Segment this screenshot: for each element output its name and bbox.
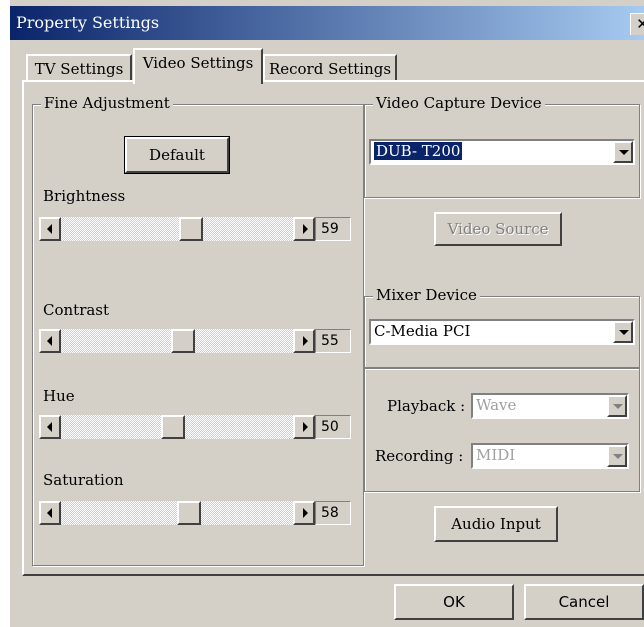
- window-title: Property Settings: [16, 13, 160, 32]
- brightness-decrease-button[interactable]: [39, 217, 61, 241]
- chevron-down-icon[interactable]: [613, 141, 633, 163]
- hue-slider[interactable]: [39, 415, 315, 439]
- hue-value: 50: [315, 415, 351, 439]
- chevron-down-icon[interactable]: [607, 445, 627, 467]
- contrast-decrease-button[interactable]: [39, 329, 61, 353]
- fine-adjustment-group: Fine Adjustment Default Brightness 59 Co…: [32, 94, 364, 566]
- hue-label: Hue: [43, 387, 75, 405]
- tab-label: Video Settings: [142, 54, 254, 72]
- contrast-increase-button[interactable]: [293, 329, 315, 353]
- hue-slider-thumb[interactable]: [161, 415, 185, 439]
- mixer-device-group: Mixer Device C-Media PCI: [364, 286, 640, 368]
- cancel-label: Cancel: [558, 593, 610, 611]
- left-arrow-icon: [47, 336, 52, 346]
- saturation-slider-thumb[interactable]: [177, 501, 201, 525]
- saturation-increase-button[interactable]: [293, 501, 315, 525]
- brightness-slider[interactable]: [39, 217, 315, 241]
- playback-select[interactable]: Wave: [471, 393, 629, 419]
- left-edge: [0, 0, 10, 627]
- audio-input-label: Audio Input: [451, 515, 541, 533]
- title-bar[interactable]: Property Settings ✕: [10, 6, 644, 40]
- ok-button[interactable]: OK: [394, 584, 514, 620]
- brightness-increase-button[interactable]: [293, 217, 315, 241]
- mixer-device-select[interactable]: C-Media PCI: [369, 319, 635, 345]
- recording-value: MIDI: [476, 446, 516, 464]
- tab-label: TV Settings: [34, 60, 124, 78]
- right-arrow-icon: [303, 508, 308, 518]
- cancel-button[interactable]: Cancel: [524, 584, 644, 620]
- video-capture-title: Video Capture Device: [373, 94, 545, 112]
- contrast-value: 55: [315, 329, 351, 353]
- playback-value: Wave: [476, 396, 517, 414]
- mixer-lines-group: Playback : Wave Recording : MIDI: [364, 368, 640, 492]
- recording-select[interactable]: MIDI: [471, 443, 629, 469]
- chevron-down-icon[interactable]: [607, 395, 627, 417]
- video-source-label: Video Source: [447, 220, 549, 238]
- saturation-slider[interactable]: [39, 501, 315, 525]
- default-button-label: Default: [149, 146, 205, 164]
- video-settings-panel: Fine Adjustment Default Brightness 59 Co…: [22, 80, 644, 576]
- contrast-slider-thumb[interactable]: [171, 329, 195, 353]
- brightness-slider-thumb[interactable]: [179, 217, 203, 241]
- video-capture-device-value: DUB- T200: [374, 142, 463, 160]
- hue-increase-button[interactable]: [293, 415, 315, 439]
- fine-adjustment-title: Fine Adjustment: [41, 94, 173, 112]
- chevron-down-icon[interactable]: [613, 321, 633, 343]
- mixer-device-title: Mixer Device: [373, 286, 480, 304]
- left-arrow-icon: [47, 508, 52, 518]
- default-button[interactable]: Default: [124, 136, 230, 174]
- tab-video-settings[interactable]: Video Settings: [133, 48, 263, 84]
- playback-label: Playback :: [387, 397, 466, 415]
- right-arrow-icon: [303, 224, 308, 234]
- contrast-label: Contrast: [43, 301, 110, 319]
- video-capture-device-select[interactable]: DUB- T200: [369, 139, 635, 165]
- recording-label: Recording :: [375, 447, 464, 465]
- close-icon[interactable]: ✕: [630, 13, 644, 35]
- contrast-slider[interactable]: [39, 329, 315, 353]
- mixer-device-value: C-Media PCI: [374, 322, 471, 340]
- audio-input-button[interactable]: Audio Input: [434, 506, 558, 542]
- tab-label: Record Settings: [268, 60, 392, 78]
- brightness-label: Brightness: [43, 187, 126, 205]
- video-source-button[interactable]: Video Source: [434, 212, 562, 246]
- saturation-value: 58: [315, 501, 351, 525]
- ok-label: OK: [443, 593, 465, 611]
- left-arrow-icon: [47, 224, 52, 234]
- saturation-label: Saturation: [43, 471, 124, 489]
- right-arrow-icon: [303, 336, 308, 346]
- saturation-decrease-button[interactable]: [39, 501, 61, 525]
- video-capture-group: Video Capture Device DUB- T200: [364, 94, 640, 198]
- property-settings-dialog: Property Settings ✕ TV Settings Video Se…: [0, 0, 644, 627]
- brightness-value: 59: [315, 217, 351, 241]
- hue-decrease-button[interactable]: [39, 415, 61, 439]
- left-arrow-icon: [47, 422, 52, 432]
- right-arrow-icon: [303, 422, 308, 432]
